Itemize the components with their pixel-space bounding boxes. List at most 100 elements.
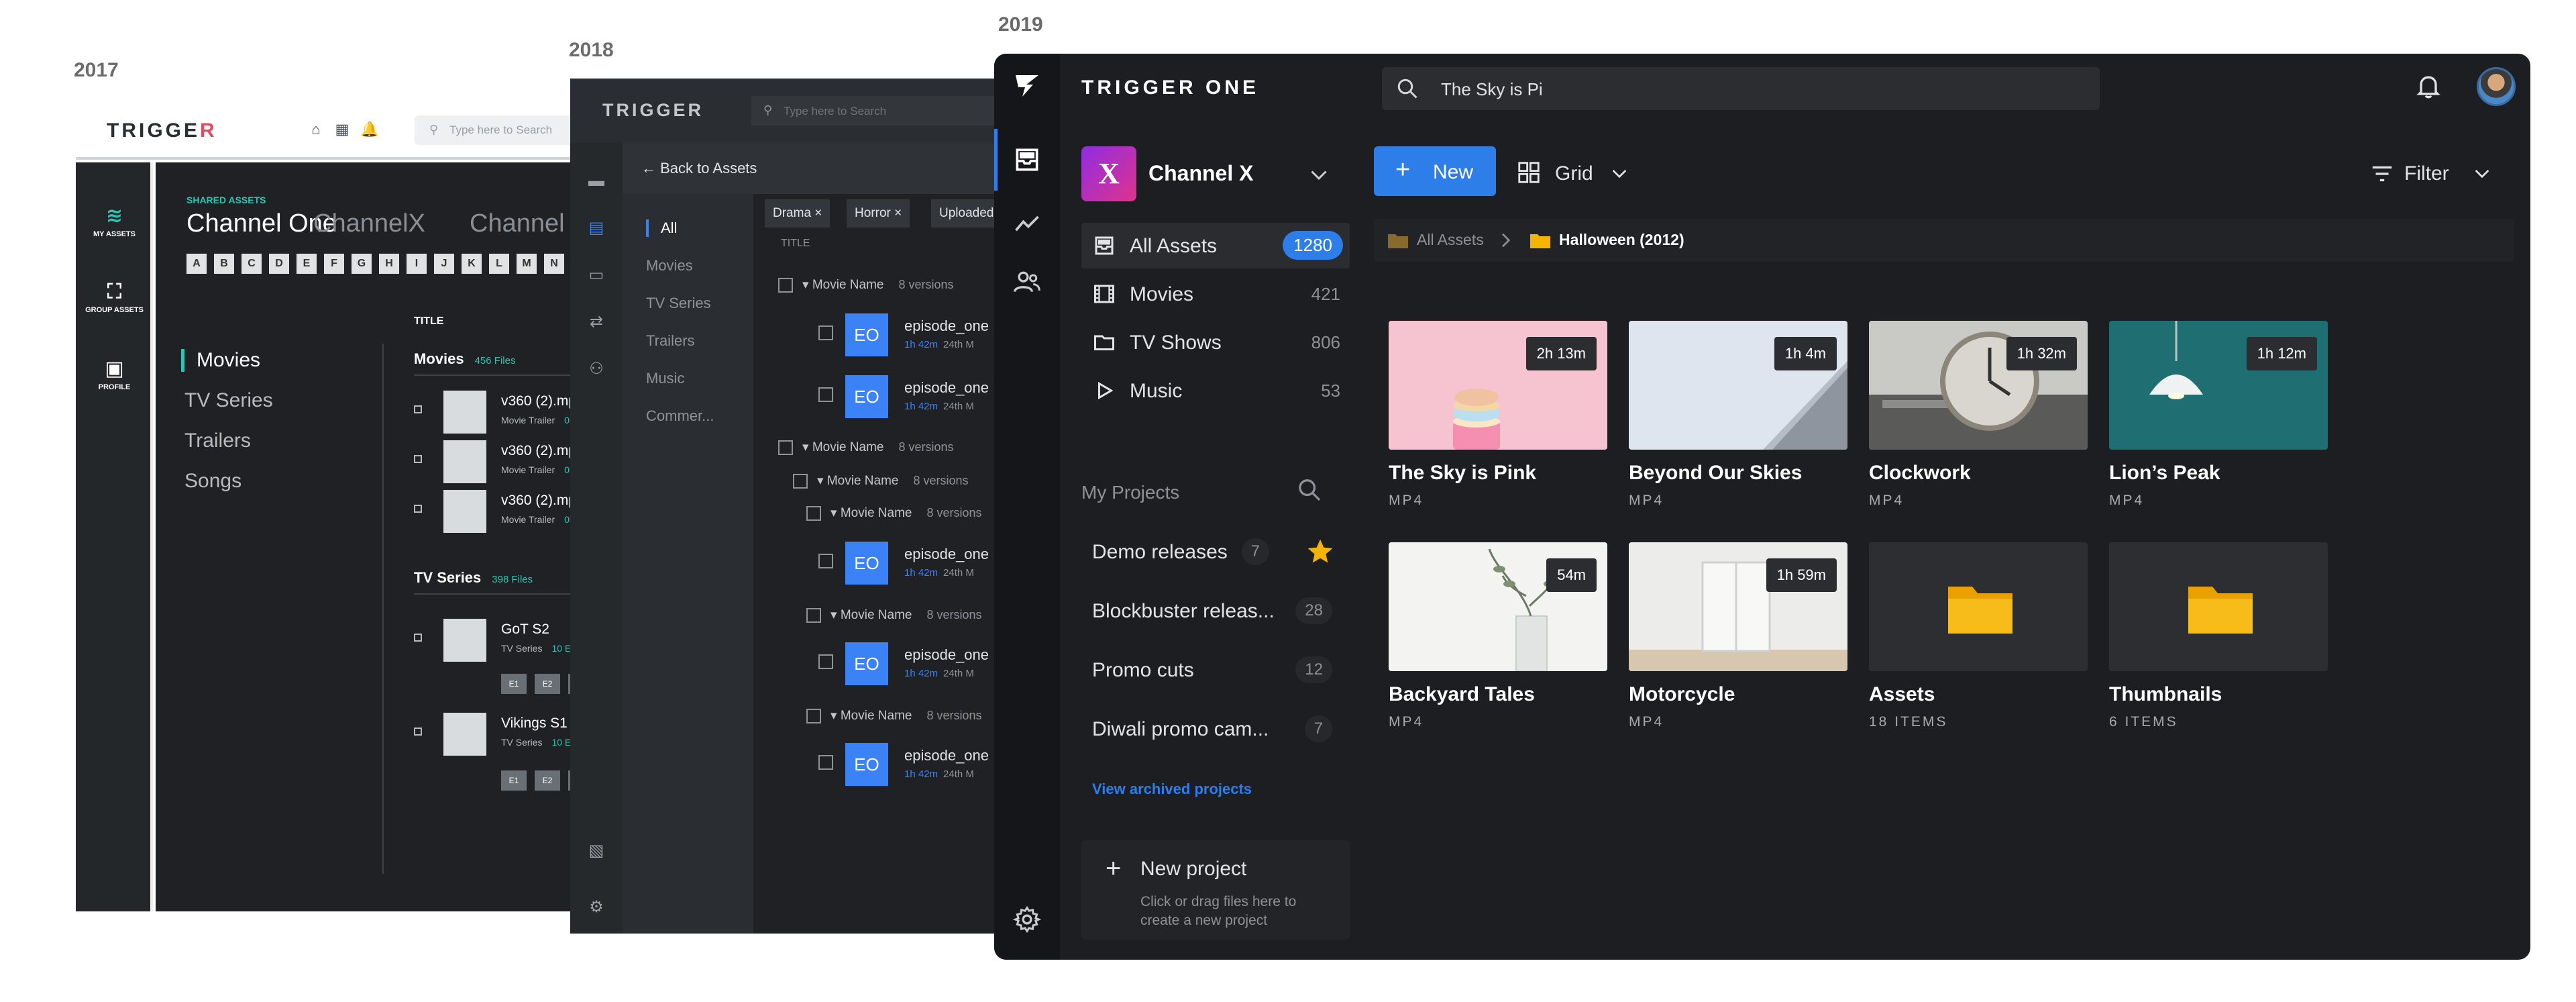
- letter-filter[interactable]: L: [489, 254, 509, 274]
- letter-filter[interactable]: E: [297, 254, 317, 274]
- row-checkbox[interactable]: [818, 325, 833, 340]
- rail-item-profile[interactable]: ▣ PROFILE: [76, 357, 153, 391]
- new-project-dropzone[interactable]: + New project Click or drag files here t…: [1081, 840, 1350, 940]
- letter-filter[interactable]: A: [186, 254, 207, 274]
- episode-tag[interactable]: E1: [501, 770, 527, 791]
- channel-tab[interactable]: ChannelX: [313, 209, 425, 238]
- users-icon[interactable]: [1012, 267, 1042, 297]
- row-checkbox[interactable]: [414, 455, 422, 463]
- row-checkbox[interactable]: [806, 708, 821, 723]
- box-icon[interactable]: ▭: [586, 265, 606, 285]
- gear-icon[interactable]: [1012, 905, 1042, 934]
- row-checkbox[interactable]: [414, 728, 422, 736]
- breadcrumb-item[interactable]: All Assets: [1387, 231, 1484, 251]
- project-item[interactable]: Blockbuster releas... 28: [1092, 595, 1347, 628]
- row-checkbox[interactable]: [806, 607, 821, 623]
- filter-chip[interactable]: Drama ×: [765, 199, 830, 228]
- group-row[interactable]: ▾ Movie Name 8 versions: [778, 440, 954, 455]
- list-item[interactable]: v360 (2).mp4v1 Movie Trailer0h 1m: [414, 490, 586, 533]
- episode-tag[interactable]: E2: [535, 674, 560, 694]
- row-checkbox[interactable]: [778, 440, 793, 455]
- filter-chip[interactable]: Uploaded: [931, 199, 1000, 228]
- breadcrumb-item-current[interactable]: Halloween (2012): [1529, 231, 1684, 251]
- trigger-logo-icon[interactable]: [1013, 71, 1041, 99]
- apps-grid-icon[interactable]: ▦: [333, 121, 351, 138]
- bell-icon[interactable]: 🔔: [360, 121, 378, 138]
- list-item[interactable]: GoT S2 TV Series10 Episodes: [414, 619, 586, 662]
- category-tv-series[interactable]: TV Series: [184, 389, 273, 412]
- group-row[interactable]: ▾ Movie Name 8 versions: [806, 607, 982, 623]
- view-archived-link[interactable]: View archived projects: [1092, 781, 1252, 798]
- episode-tag[interactable]: E1: [501, 674, 527, 694]
- search-field[interactable]: ⚲ Type here to Search: [415, 115, 586, 145]
- episode-tag[interactable]: E2: [535, 770, 560, 791]
- back-to-assets-button[interactable]: ← Back to Assets: [623, 143, 1000, 194]
- project-item[interactable]: Diwali promo cam... 7: [1092, 713, 1347, 746]
- nav-item-music[interactable]: Music 53: [1081, 368, 1350, 413]
- group-row[interactable]: ▾ Movie Name 8 versions: [806, 708, 982, 723]
- list-item[interactable]: Vikings S1 TV Series10 Episodes: [414, 713, 586, 756]
- nav-item-music[interactable]: Music: [646, 370, 684, 387]
- list-item[interactable]: v360 (2).mp4v1 Movie Trailer0h 1m: [414, 440, 586, 483]
- project-item[interactable]: Promo cuts 12: [1092, 654, 1347, 687]
- rail-item-group-assets[interactable]: ⛶ GROUP ASSETS: [76, 281, 153, 314]
- nav-item-all[interactable]: All: [646, 219, 677, 237]
- search-input[interactable]: [1441, 79, 2045, 100]
- search-field[interactable]: ⚲ Type here to Search: [751, 96, 1000, 126]
- row-checkbox[interactable]: [414, 634, 422, 642]
- nav-item-trailers[interactable]: Trailers: [646, 332, 695, 350]
- letter-filter[interactable]: M: [517, 254, 537, 274]
- group-row[interactable]: ▾ Movie Name 8 versions: [806, 505, 982, 521]
- users-icon[interactable]: ⚇: [586, 359, 606, 379]
- view-toggle[interactable]: Grid: [1516, 152, 1637, 192]
- briefcase-icon[interactable]: ▬: [586, 171, 606, 191]
- letter-filter[interactable]: B: [214, 254, 234, 274]
- group-row[interactable]: ▾ Movie Name 8 versions: [793, 473, 969, 489]
- search-icon[interactable]: [1296, 477, 1323, 503]
- star-icon[interactable]: [1305, 537, 1335, 566]
- letter-filter[interactable]: I: [407, 254, 427, 274]
- category-movies[interactable]: Movies: [181, 349, 260, 372]
- rail-item-my-assets[interactable]: ≋ MY ASSETS: [76, 204, 153, 238]
- row-checkbox[interactable]: [806, 505, 821, 521]
- nav-item-tv-shows[interactable]: TV Shows 806: [1081, 319, 1350, 365]
- letter-filter[interactable]: G: [352, 254, 372, 274]
- row-checkbox[interactable]: [818, 387, 833, 402]
- nav-item-tv-series[interactable]: TV Series: [646, 295, 711, 312]
- home-icon[interactable]: ⌂: [307, 121, 325, 138]
- category-songs[interactable]: Songs: [184, 470, 241, 493]
- category-trailers[interactable]: Trailers: [184, 430, 251, 452]
- gear-icon[interactable]: ⚙: [586, 897, 606, 917]
- nav-item-movies[interactable]: Movies: [646, 257, 693, 274]
- project-item[interactable]: Demo releases 7: [1092, 536, 1347, 569]
- nav-item-movies[interactable]: Movies 421: [1081, 271, 1350, 317]
- row-checkbox[interactable]: [818, 755, 833, 770]
- row-checkbox[interactable]: [818, 654, 833, 669]
- new-button[interactable]: + New: [1374, 146, 1496, 196]
- letter-filter[interactable]: J: [434, 254, 454, 274]
- row-checkbox[interactable]: [778, 277, 793, 293]
- nav-item-commercials[interactable]: Commer...: [646, 407, 714, 425]
- row-checkbox[interactable]: [818, 554, 833, 568]
- letter-filter[interactable]: D: [269, 254, 289, 274]
- group-row[interactable]: ▾ Movie Name 8 versions: [778, 277, 954, 293]
- global-search[interactable]: [1382, 67, 2100, 110]
- letter-filter[interactable]: F: [324, 254, 344, 274]
- user-avatar[interactable]: [2477, 67, 2516, 106]
- list-item[interactable]: v360 (2).mp4v1 Movie Trailer0h 1m: [414, 391, 586, 434]
- row-checkbox[interactable]: [414, 405, 422, 413]
- bell-icon[interactable]: [2414, 71, 2443, 101]
- channel-selector[interactable]: X Channel X: [1081, 146, 1330, 203]
- letter-filter[interactable]: C: [241, 254, 262, 274]
- row-checkbox[interactable]: [414, 505, 422, 513]
- film-icon[interactable]: ▤: [586, 218, 606, 238]
- letter-filter[interactable]: K: [462, 254, 482, 274]
- channel-tab[interactable]: Channel: [470, 209, 565, 238]
- nav-item-all-assets[interactable]: All Assets 1280: [1081, 223, 1350, 268]
- clipboard-icon[interactable]: ▧: [586, 841, 606, 861]
- filter-button[interactable]: Filter: [2369, 152, 2504, 192]
- letter-filter[interactable]: H: [379, 254, 399, 274]
- filter-chip[interactable]: Horror ×: [847, 199, 910, 228]
- inbox-icon[interactable]: [1012, 145, 1042, 174]
- letter-filter[interactable]: N: [544, 254, 564, 274]
